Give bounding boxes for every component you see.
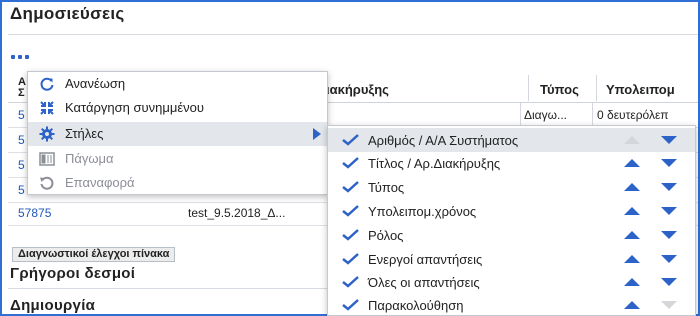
freeze-icon (39, 152, 55, 166)
more-actions-button[interactable] (11, 50, 35, 64)
move-down-icon[interactable] (661, 278, 677, 286)
column-option-tracking[interactable]: Παρακολούθηση (328, 293, 695, 316)
column-header-number[interactable]: A Σ (18, 77, 26, 99)
move-down-icon[interactable] (661, 159, 677, 167)
column-option-label: Ρόλος (368, 228, 404, 243)
check-icon (342, 299, 359, 311)
move-up-icon (624, 136, 640, 144)
menu-item-label: Στήλες (65, 126, 104, 141)
menu-item-columns[interactable]: Στήλες (28, 122, 327, 146)
menu-item-label: Επαναφορά (65, 175, 135, 190)
column-divider (520, 103, 521, 127)
column-option-all-responses[interactable]: Όλες οι απαντήσεις (328, 270, 695, 294)
row-title: test_9.5.2018_Δ... (188, 206, 286, 220)
quick-links-heading: Γρήγοροι δεσμοί (10, 265, 136, 282)
check-icon (342, 157, 359, 169)
menu-item-label: Ανανέωση (65, 76, 126, 91)
move-up-icon[interactable] (624, 159, 640, 167)
check-icon (342, 229, 359, 241)
move-down-icon[interactable] (661, 255, 677, 263)
row-remaining: 0 δευτερόλεπ (597, 108, 669, 122)
context-menu: Ανανέωση Κατάργηση συνημμένου Στήλες Πάγ… (27, 71, 328, 195)
column-option-label: Τίτλος / Αρ.Διακήρυξης (368, 156, 501, 171)
menu-item-detach[interactable]: Κατάργηση συνημμένου (28, 96, 327, 120)
column-divider (528, 75, 529, 101)
title-divider (8, 34, 698, 35)
detach-icon (40, 101, 54, 115)
page-title: Δημοσιεύσεις (10, 4, 125, 23)
column-option-label: Παρακολούθηση (368, 298, 464, 313)
column-option-remaining[interactable]: Υπολειπομ.χρόνος (328, 199, 695, 223)
section-divider (8, 288, 328, 289)
menu-item-reset[interactable]: Επαναφορά (28, 171, 327, 195)
column-option-label: Υπολειπομ.χρόνος (368, 204, 477, 219)
move-down-icon[interactable] (661, 207, 677, 215)
column-divider (596, 75, 597, 101)
move-up-icon[interactable] (624, 231, 640, 239)
create-heading: Δημιουργία (10, 297, 96, 314)
row-id-link[interactable]: 57875 (18, 206, 51, 220)
move-up-icon[interactable] (624, 301, 640, 309)
dot-icon (11, 55, 15, 59)
move-up-icon[interactable] (624, 255, 640, 263)
move-up-icon[interactable] (624, 183, 640, 191)
row-type: Διαγω... (524, 108, 567, 122)
refresh-icon (40, 77, 54, 91)
column-header-remaining[interactable]: Υπολειπομ (606, 82, 698, 97)
row-id-link[interactable]: 5 (18, 108, 25, 122)
move-down-icon[interactable] (661, 183, 677, 191)
column-option-active-responses[interactable]: Ενεργοί απαντήσεις (328, 247, 695, 271)
move-up-icon[interactable] (624, 207, 640, 215)
submenu-arrow-icon (313, 128, 321, 140)
move-down-icon[interactable] (661, 231, 677, 239)
column-option-label: Όλες οι απαντήσεις (368, 275, 480, 290)
column-option-label: Ενεργοί απαντήσεις (368, 252, 483, 267)
reset-icon (40, 176, 54, 190)
columns-submenu: Αριθμός / Α/Α Συστήματος Τίτλος / Αρ.Δια… (327, 125, 696, 316)
dot-icon (25, 55, 29, 59)
move-down-icon[interactable] (661, 136, 677, 144)
move-up-icon[interactable] (624, 278, 640, 286)
menu-item-label: Κατάργηση συνημμένου (65, 100, 204, 115)
row-id-link[interactable]: 5 (18, 133, 25, 147)
column-divider (592, 103, 593, 127)
check-icon (342, 134, 359, 146)
check-icon (342, 205, 359, 217)
column-header-title[interactable]: ιακήρυξης (326, 82, 389, 97)
check-icon (342, 181, 359, 193)
column-option-number[interactable]: Αριθμός / Α/Α Συστήματος (328, 128, 695, 152)
table-diagnostics-button[interactable]: Διαγνωστικοί έλεγχοι πίνακα (12, 247, 176, 262)
menu-item-refresh[interactable]: Ανανέωση (28, 72, 327, 96)
row-id-link[interactable]: 5 (18, 158, 25, 172)
column-option-label: Αριθμός / Α/Α Συστήματος (368, 133, 519, 148)
column-header-type[interactable]: Τύπος (540, 82, 579, 97)
gear-icon (39, 126, 55, 142)
dot-icon (18, 55, 22, 59)
column-option-title[interactable]: Τίτλος / Αρ.Διακήρυξης (328, 151, 695, 175)
column-option-label: Τύπος (368, 180, 405, 195)
check-icon (342, 276, 359, 288)
menu-item-freeze[interactable]: Πάγωμα (28, 147, 327, 171)
menu-item-label: Πάγωμα (65, 151, 114, 166)
check-icon (342, 253, 359, 265)
column-option-role[interactable]: Ρόλος (328, 223, 695, 247)
move-down-icon (661, 301, 677, 309)
row-id-link[interactable]: 5 (18, 183, 25, 197)
column-option-type[interactable]: Τύπος (328, 175, 695, 199)
